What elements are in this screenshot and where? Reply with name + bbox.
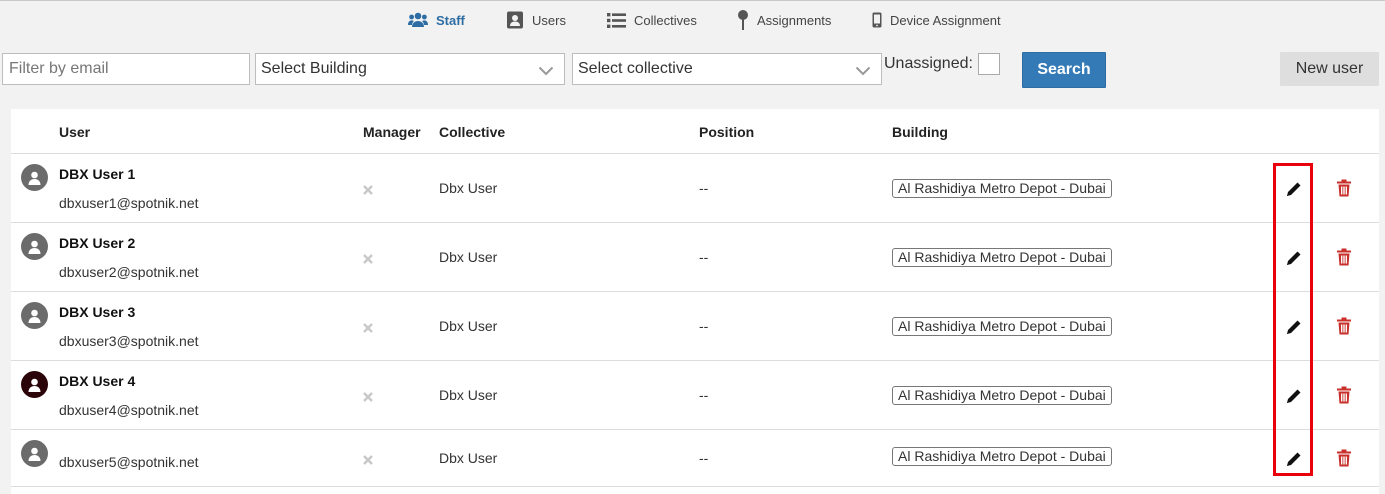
address-book-icon: [506, 11, 524, 29]
trash-icon[interactable]: [1336, 386, 1352, 404]
trash-icon[interactable]: [1336, 179, 1352, 197]
manager-cross-icon: [363, 452, 373, 470]
building-badge: Al Rashidiya Metro Depot - Dubai: [892, 248, 1112, 267]
user-name: DBX User 2: [59, 235, 136, 251]
trash-icon[interactable]: [1336, 248, 1352, 266]
collective-select[interactable]: Select collective: [572, 53, 882, 85]
position-value: --: [699, 249, 709, 265]
building-badge: Al Rashidiya Metro Depot - Dubai: [892, 447, 1112, 466]
unassigned-label: Unassigned:: [884, 55, 973, 72]
collective-value: Dbx User: [439, 450, 498, 466]
user-email: dbxuser2@spotnik.net: [59, 264, 199, 280]
tab-users[interactable]: Users: [506, 8, 566, 32]
user-icon: [28, 240, 41, 254]
staff-table: User Manager Collective Position Buildin…: [11, 109, 1379, 494]
tab-staff[interactable]: Staff: [408, 8, 465, 32]
user-email: dbxuser4@spotnik.net: [59, 402, 199, 418]
avatar[interactable]: [21, 302, 48, 329]
chevron-down-icon: [538, 63, 554, 81]
building-select[interactable]: Select Building: [255, 53, 565, 85]
manager-cross-icon: [363, 251, 373, 269]
mobile-icon: [872, 12, 882, 28]
users-group-icon: [408, 12, 428, 28]
collective-value: Dbx User: [439, 387, 498, 403]
manager-cross-icon: [363, 320, 373, 338]
user-icon: [28, 378, 41, 392]
top-nav: Staff Users Collectives Assignments Devi…: [0, 0, 1385, 38]
user-icon: [28, 171, 41, 185]
new-user-button[interactable]: New user: [1280, 52, 1379, 86]
edit-column-highlight: [1273, 163, 1313, 476]
avatar[interactable]: [21, 371, 48, 398]
user-icon: [28, 447, 41, 461]
table-row: dbxuser5@spotnik.net Dbx User -- Al Rash…: [11, 430, 1379, 486]
collective-select-value: Select collective: [578, 60, 693, 77]
building-badge: Al Rashidiya Metro Depot - Dubai: [892, 317, 1112, 336]
tab-users-label: Users: [532, 12, 566, 28]
unassigned-checkbox[interactable]: [978, 53, 1000, 75]
building-select-value: Select Building: [261, 60, 367, 77]
manager-cross-icon: [363, 182, 373, 200]
header-user: User: [59, 124, 91, 140]
collective-value: Dbx User: [439, 249, 498, 265]
user-name: DBX User 1: [59, 166, 136, 182]
header-collective: Collective: [439, 124, 506, 140]
header-manager: Manager: [363, 124, 421, 140]
tab-device-assignment[interactable]: Device Assignment: [872, 8, 1001, 32]
user-name: DBX User 4: [59, 373, 136, 389]
tab-collectives-label: Collectives: [634, 12, 697, 28]
header-building: Building: [892, 124, 948, 140]
tab-staff-label: Staff: [436, 12, 465, 28]
tab-device-assignment-label: Device Assignment: [890, 12, 1001, 28]
chevron-down-icon: [855, 63, 871, 81]
tab-collectives[interactable]: Collectives: [607, 8, 697, 32]
table-row: DBX User 2 dbxuser2@spotnik.net Dbx User…: [11, 223, 1379, 291]
table-row: DBX User 1 dbxuser1@spotnik.net Dbx User…: [11, 154, 1379, 222]
trash-icon[interactable]: [1336, 317, 1352, 335]
tab-assignments-label: Assignments: [757, 12, 832, 28]
table-row: DBX User 3 dbxuser3@spotnik.net Dbx User…: [11, 292, 1379, 360]
position-value: --: [699, 387, 709, 403]
trash-icon[interactable]: [1336, 449, 1352, 467]
user-icon: [28, 309, 41, 323]
manager-cross-icon: [363, 389, 373, 407]
list-icon: [607, 12, 626, 28]
header-position: Position: [699, 124, 755, 140]
user-email: dbxuser3@spotnik.net: [59, 333, 199, 349]
email-filter-input[interactable]: [2, 53, 250, 85]
divider: [11, 486, 1379, 487]
building-badge: Al Rashidiya Metro Depot - Dubai: [892, 386, 1112, 405]
user-email: dbxuser5@spotnik.net: [59, 454, 199, 470]
collective-value: Dbx User: [439, 318, 498, 334]
position-value: --: [699, 450, 709, 466]
avatar[interactable]: [21, 164, 48, 191]
table-row: DBX User 4 dbxuser4@spotnik.net Dbx User…: [11, 361, 1379, 429]
search-button[interactable]: Search: [1022, 52, 1106, 88]
position-value: --: [699, 318, 709, 334]
building-badge: Al Rashidiya Metro Depot - Dubai: [892, 179, 1112, 198]
user-email: dbxuser1@spotnik.net: [59, 195, 199, 211]
collective-value: Dbx User: [439, 180, 498, 196]
map-pin-icon: [737, 10, 749, 30]
position-value: --: [699, 180, 709, 196]
avatar[interactable]: [21, 440, 48, 467]
tab-assignments[interactable]: Assignments: [737, 8, 831, 32]
avatar[interactable]: [21, 233, 48, 260]
user-name: DBX User 3: [59, 304, 136, 320]
